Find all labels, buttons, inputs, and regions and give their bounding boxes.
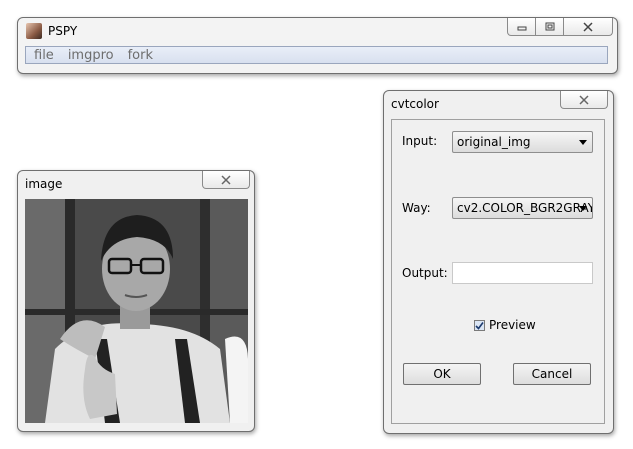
grayscale-photo [25, 199, 248, 423]
main-titlebar[interactable]: PSPY [18, 18, 617, 44]
image-window-title: image [25, 177, 63, 191]
image-canvas[interactable] [25, 199, 248, 423]
output-label: Output: [402, 266, 448, 280]
preview-checkbox[interactable] [474, 320, 485, 331]
way-label: Way: [402, 201, 431, 215]
menu-item-file[interactable]: file [34, 48, 54, 63]
menu-item-fork[interactable]: fork [128, 48, 153, 63]
cancel-button[interactable]: Cancel [513, 363, 591, 385]
ok-button-label: OK [433, 367, 451, 381]
main-window-title: PSPY [48, 24, 78, 38]
restore-icon [545, 22, 554, 30]
cvtcolor-window: cvtcolor Input: original_img Way: cv2.CO… [383, 90, 614, 434]
minimize-icon [517, 26, 526, 30]
image-caption-buttons [202, 171, 250, 189]
close-icon [583, 21, 593, 32]
way-combobox[interactable]: cv2.COLOR_BGR2GRAY [452, 197, 593, 219]
input-combobox[interactable]: original_img [452, 131, 593, 153]
checkmark-icon [475, 322, 484, 330]
app-icon [26, 23, 42, 39]
close-button[interactable] [564, 18, 612, 35]
input-label: Input: [402, 134, 438, 148]
cvtcolor-panel: Input: original_img Way: cv2.COLOR_BGR2G… [391, 119, 605, 424]
minimize-button[interactable] [508, 18, 536, 35]
caption-buttons [507, 18, 613, 36]
image-close-button[interactable] [203, 171, 249, 188]
close-icon [221, 174, 231, 185]
way-combobox-value: cv2.COLOR_BGR2GRAY [457, 201, 593, 215]
chevron-down-icon [579, 140, 587, 145]
close-icon [579, 94, 589, 105]
restore-button[interactable] [536, 18, 564, 35]
image-titlebar[interactable]: image [18, 171, 254, 197]
menu-bar: file imgpro fork [25, 46, 608, 64]
main-window: PSPY file imgpro fork [17, 17, 618, 74]
cvtcolor-titlebar[interactable]: cvtcolor [384, 91, 613, 117]
preview-label[interactable]: Preview [489, 318, 536, 332]
output-field[interactable] [452, 262, 593, 284]
ok-button[interactable]: OK [403, 363, 481, 385]
chevron-down-icon [579, 206, 587, 211]
menu-item-imgpro[interactable]: imgpro [68, 48, 114, 63]
cancel-button-label: Cancel [531, 367, 573, 381]
input-combobox-value: original_img [457, 135, 531, 149]
image-window: image [17, 170, 255, 432]
cvtcolor-window-title: cvtcolor [391, 97, 439, 111]
cvtcolor-caption-buttons [560, 91, 608, 109]
cvtcolor-close-button[interactable] [561, 91, 607, 108]
